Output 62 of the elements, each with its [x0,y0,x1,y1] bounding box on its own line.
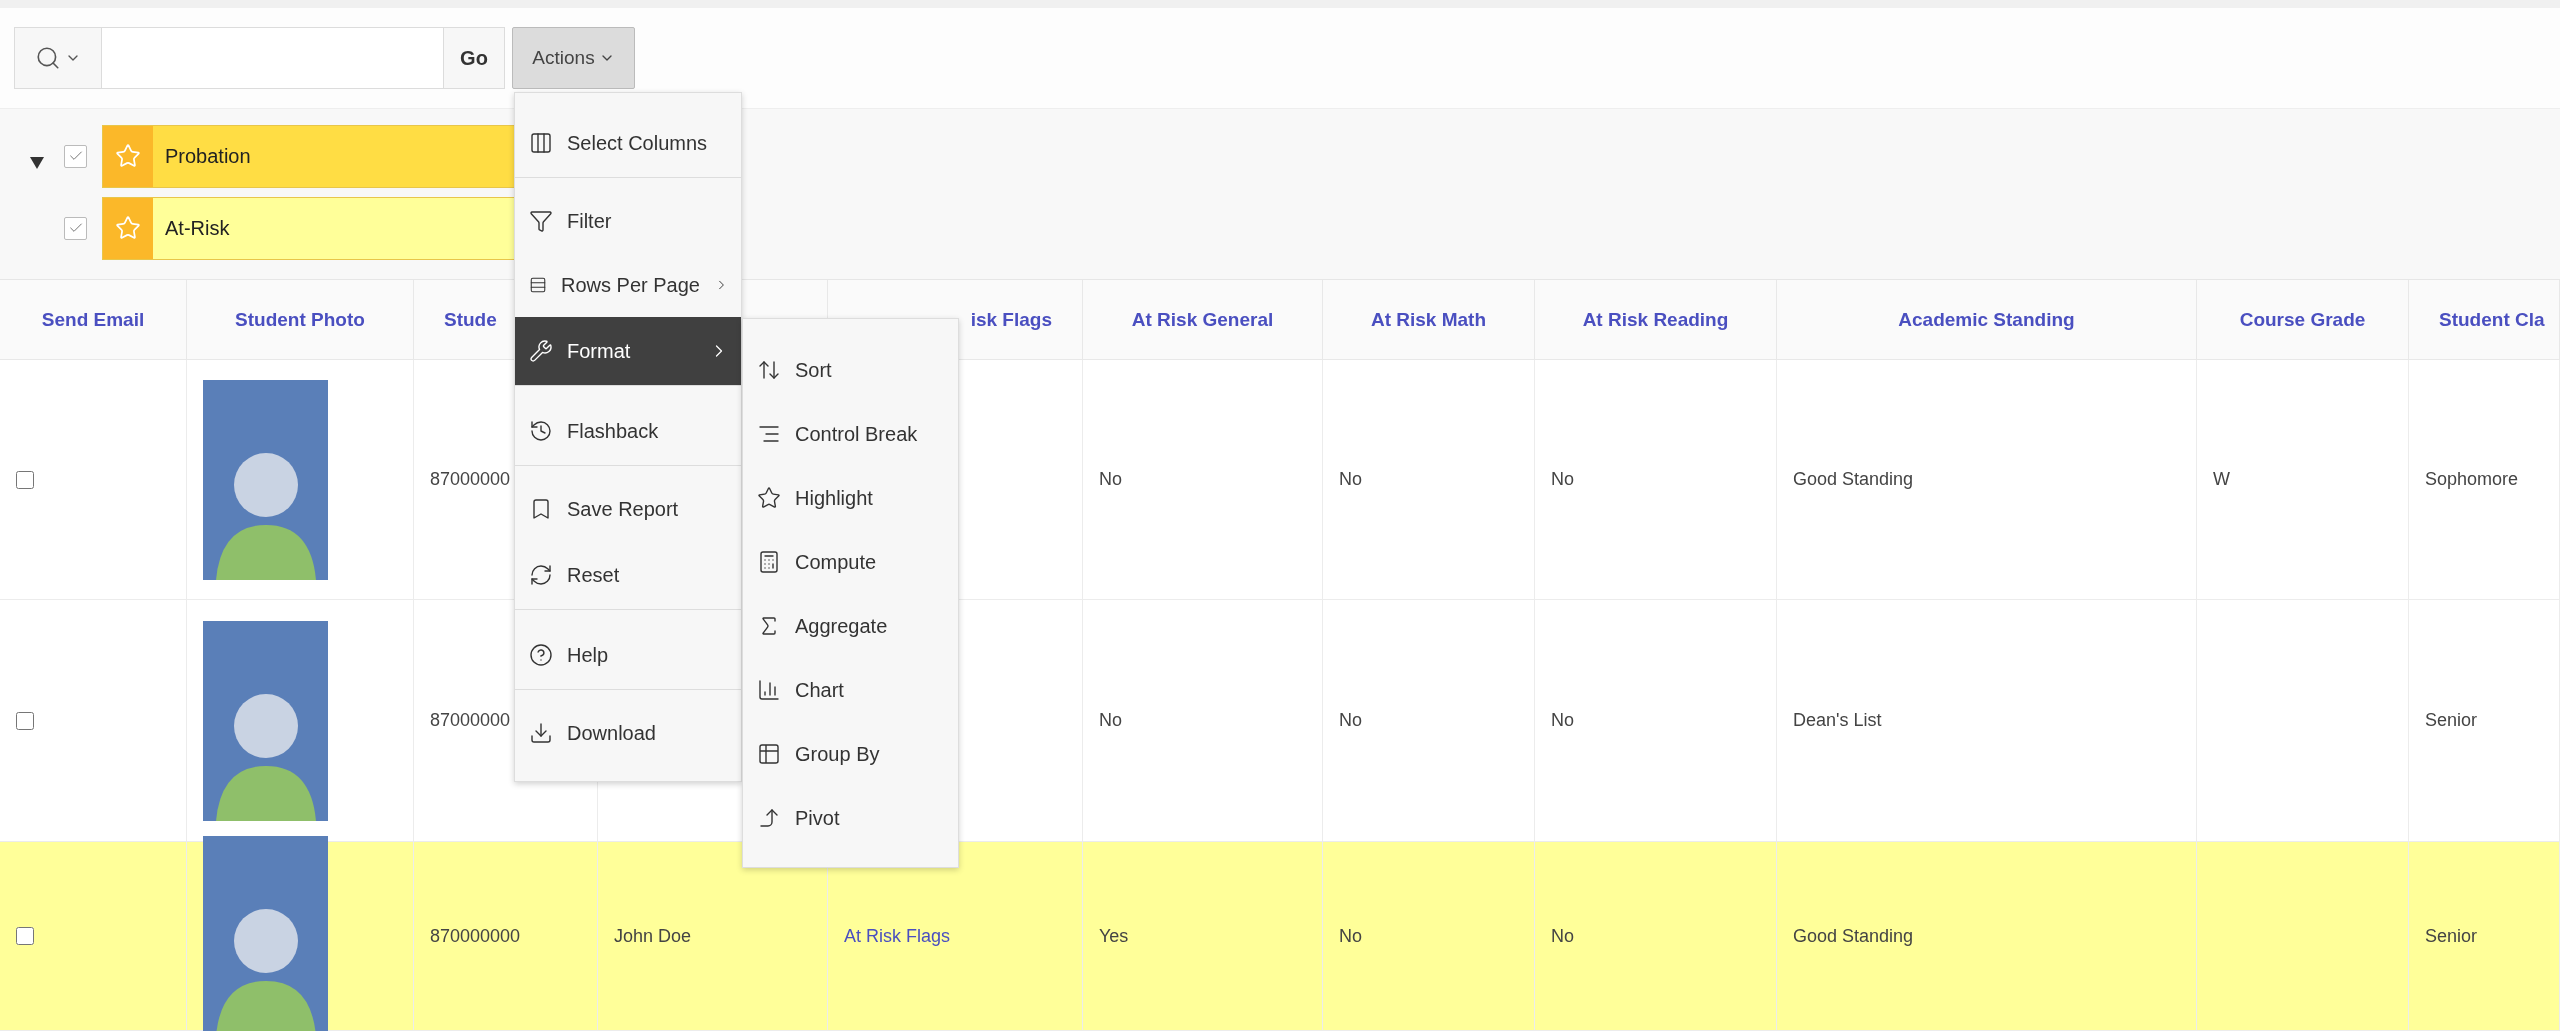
star-icon [757,486,781,510]
table-cell: No [1323,842,1535,1031]
table-icon [757,742,781,766]
column-header[interactable]: At Risk General [1083,280,1323,360]
menu-item[interactable]: Compute [743,530,958,594]
flags-link[interactable]: At Risk Flags [844,925,951,947]
column-header[interactable]: Student Cla [2409,280,2560,360]
wrench-icon [529,339,553,363]
row-checkbox[interactable] [16,927,34,945]
table-cell: No [1323,360,1535,600]
filter-label: Probation [164,144,251,168]
menu-item[interactable]: Control Break [743,402,958,466]
menu-item[interactable]: Flashback [515,397,741,466]
table-cell: No [1535,842,1777,1031]
menu-item[interactable]: Sort [743,338,958,402]
collapse-triangle-icon[interactable] [30,156,44,169]
sort-arrows-icon [757,358,781,382]
table-cell: W [2197,360,2409,600]
column-header[interactable]: Academic Standing [1777,280,2197,360]
bar-chart-icon [757,678,781,702]
table-cell: No [1083,360,1323,600]
menu-item[interactable]: Format [515,317,741,386]
filter-checkbox[interactable] [64,144,87,168]
funnel-icon [529,209,553,233]
table-cell: No [1535,360,1777,600]
history-icon [529,419,553,443]
filter-label: At-Risk [164,216,230,240]
menu-item[interactable]: Select Columns [515,109,741,178]
column-header[interactable]: Course Grade [2197,280,2409,360]
filter-checkbox[interactable] [64,216,87,240]
table-cell: No [1083,600,1323,842]
menu-item[interactable]: Chart [743,658,958,722]
actions-button[interactable]: Actions [512,27,635,89]
column-header[interactable]: Send Email [0,280,187,360]
table-cell: Yes [1083,842,1323,1031]
table-cell: 870000000 [414,842,598,1031]
row-checkbox[interactable] [16,470,34,489]
menu-item[interactable]: Reset [515,541,741,610]
calculator-icon [757,550,781,574]
columns-icon [529,131,553,155]
row-checkbox[interactable] [16,711,34,730]
download-icon [529,721,553,745]
help-icon [529,643,553,667]
menu-item[interactable]: Highlight [743,466,958,530]
star-icon [115,143,141,170]
table-cell: Dean's List [1777,600,2197,842]
table-cell: Senior [2409,842,2560,1031]
menu-item[interactable]: Aggregate [743,594,958,658]
column-header[interactable]: At Risk Math [1323,280,1535,360]
refresh-icon [529,563,553,587]
column-header[interactable]: Student Photo [187,280,414,360]
table-cell: Sophomore [2409,360,2560,600]
table-cell: Good Standing [1777,842,2197,1031]
star-icon [115,215,141,242]
table-cell: Good Standing [1777,360,2197,600]
menu-item[interactable]: Help [515,621,741,690]
table-cell: No [1535,600,1777,842]
table-cell: No [1323,600,1535,842]
table-cell: Senior [2409,600,2560,842]
menu-item[interactable]: Group By [743,722,958,786]
table-cell: John Doe [598,842,828,1031]
column-header[interactable]: At Risk Reading [1535,280,1777,360]
